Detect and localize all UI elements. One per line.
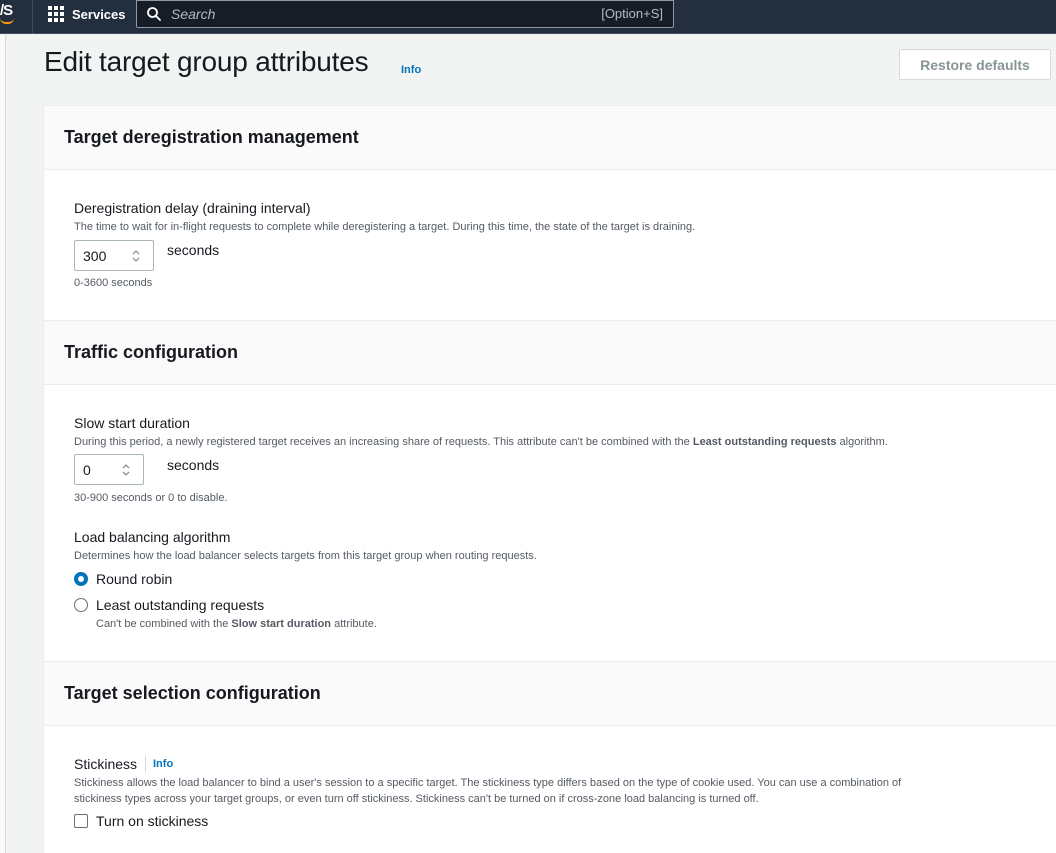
radio-selected-icon[interactable] xyxy=(74,572,88,586)
deregistration-delay-value[interactable] xyxy=(83,247,123,265)
algorithm-label: Load balancing algorithm xyxy=(74,529,231,545)
section-title: Target deregistration management xyxy=(64,127,359,147)
top-navigation: /S Services [Option+S] xyxy=(0,0,1056,34)
stickiness-label: Stickiness xyxy=(74,756,138,772)
side-navigation-rail xyxy=(0,35,6,853)
slow-start-constraint: 30-900 seconds or 0 to disable. xyxy=(74,492,228,504)
search-icon xyxy=(147,7,161,21)
services-label: Services xyxy=(72,6,126,22)
deregistration-delay-unit: seconds xyxy=(167,242,220,258)
deregistration-section-header: Target deregistration management xyxy=(44,106,1056,170)
section-title: Traffic configuration xyxy=(64,342,239,362)
stickiness-checkbox-row[interactable]: Turn on stickiness xyxy=(74,813,208,829)
spinner-icon[interactable] xyxy=(131,248,141,264)
label-divider xyxy=(145,756,146,772)
stickiness-checkbox-label: Turn on stickiness xyxy=(96,813,209,829)
deregistration-delay-label: Deregistration delay (draining interval) xyxy=(74,200,311,216)
title-info-link[interactable]: Info xyxy=(401,64,421,76)
deregistration-delay-constraint: 0-3600 seconds xyxy=(74,277,153,289)
section-title: Target selection configuration xyxy=(64,683,321,703)
radio-least-outstanding-requests[interactable]: Least outstanding requests xyxy=(74,596,264,614)
search-shortcut-hint: [Option+S] xyxy=(601,6,663,21)
algorithm-description: Determines how the load balancer selects… xyxy=(74,550,537,562)
radio-label: Least outstanding requests xyxy=(96,597,265,613)
grid-icon xyxy=(48,6,64,22)
deregistration-delay-input[interactable] xyxy=(74,240,154,271)
stickiness-description-line2: stickiness types across your target grou… xyxy=(74,793,759,805)
slow-start-value[interactable] xyxy=(83,461,113,479)
attributes-panel: Target deregistration management Deregis… xyxy=(43,105,1056,853)
deregistration-delay-description: The time to wait for in-flight requests … xyxy=(74,221,696,233)
aws-logo[interactable]: /S xyxy=(0,2,13,19)
radio-unselected-icon[interactable] xyxy=(74,598,88,612)
slow-start-input[interactable] xyxy=(74,454,144,485)
search-input[interactable] xyxy=(171,4,571,24)
aws-logo-smile xyxy=(0,18,14,24)
radio-round-robin[interactable]: Round robin xyxy=(74,570,172,588)
restore-defaults-button[interactable]: Restore defaults xyxy=(899,49,1051,80)
stickiness-description-line1: Stickiness allows the load balancer to b… xyxy=(74,777,902,789)
traffic-section-header: Traffic configuration xyxy=(44,321,1056,385)
least-outstanding-note: Can't be combined with the Slow start du… xyxy=(96,618,377,630)
target-selection-section-header: Target selection configuration xyxy=(44,662,1056,726)
page-title: Edit target group attributes xyxy=(44,46,369,77)
services-menu-button[interactable]: Services xyxy=(48,5,126,23)
slow-start-unit: seconds xyxy=(167,457,220,473)
stickiness-info-link[interactable]: Info xyxy=(153,758,173,770)
radio-label: Round robin xyxy=(96,571,173,587)
slow-start-description: During this period, a newly registered t… xyxy=(74,436,888,448)
stickiness-checkbox[interactable] xyxy=(74,814,88,828)
spinner-icon[interactable] xyxy=(121,462,131,478)
nav-divider xyxy=(32,0,33,34)
search-bar[interactable]: [Option+S] xyxy=(136,0,674,28)
slow-start-label: Slow start duration xyxy=(74,415,190,431)
